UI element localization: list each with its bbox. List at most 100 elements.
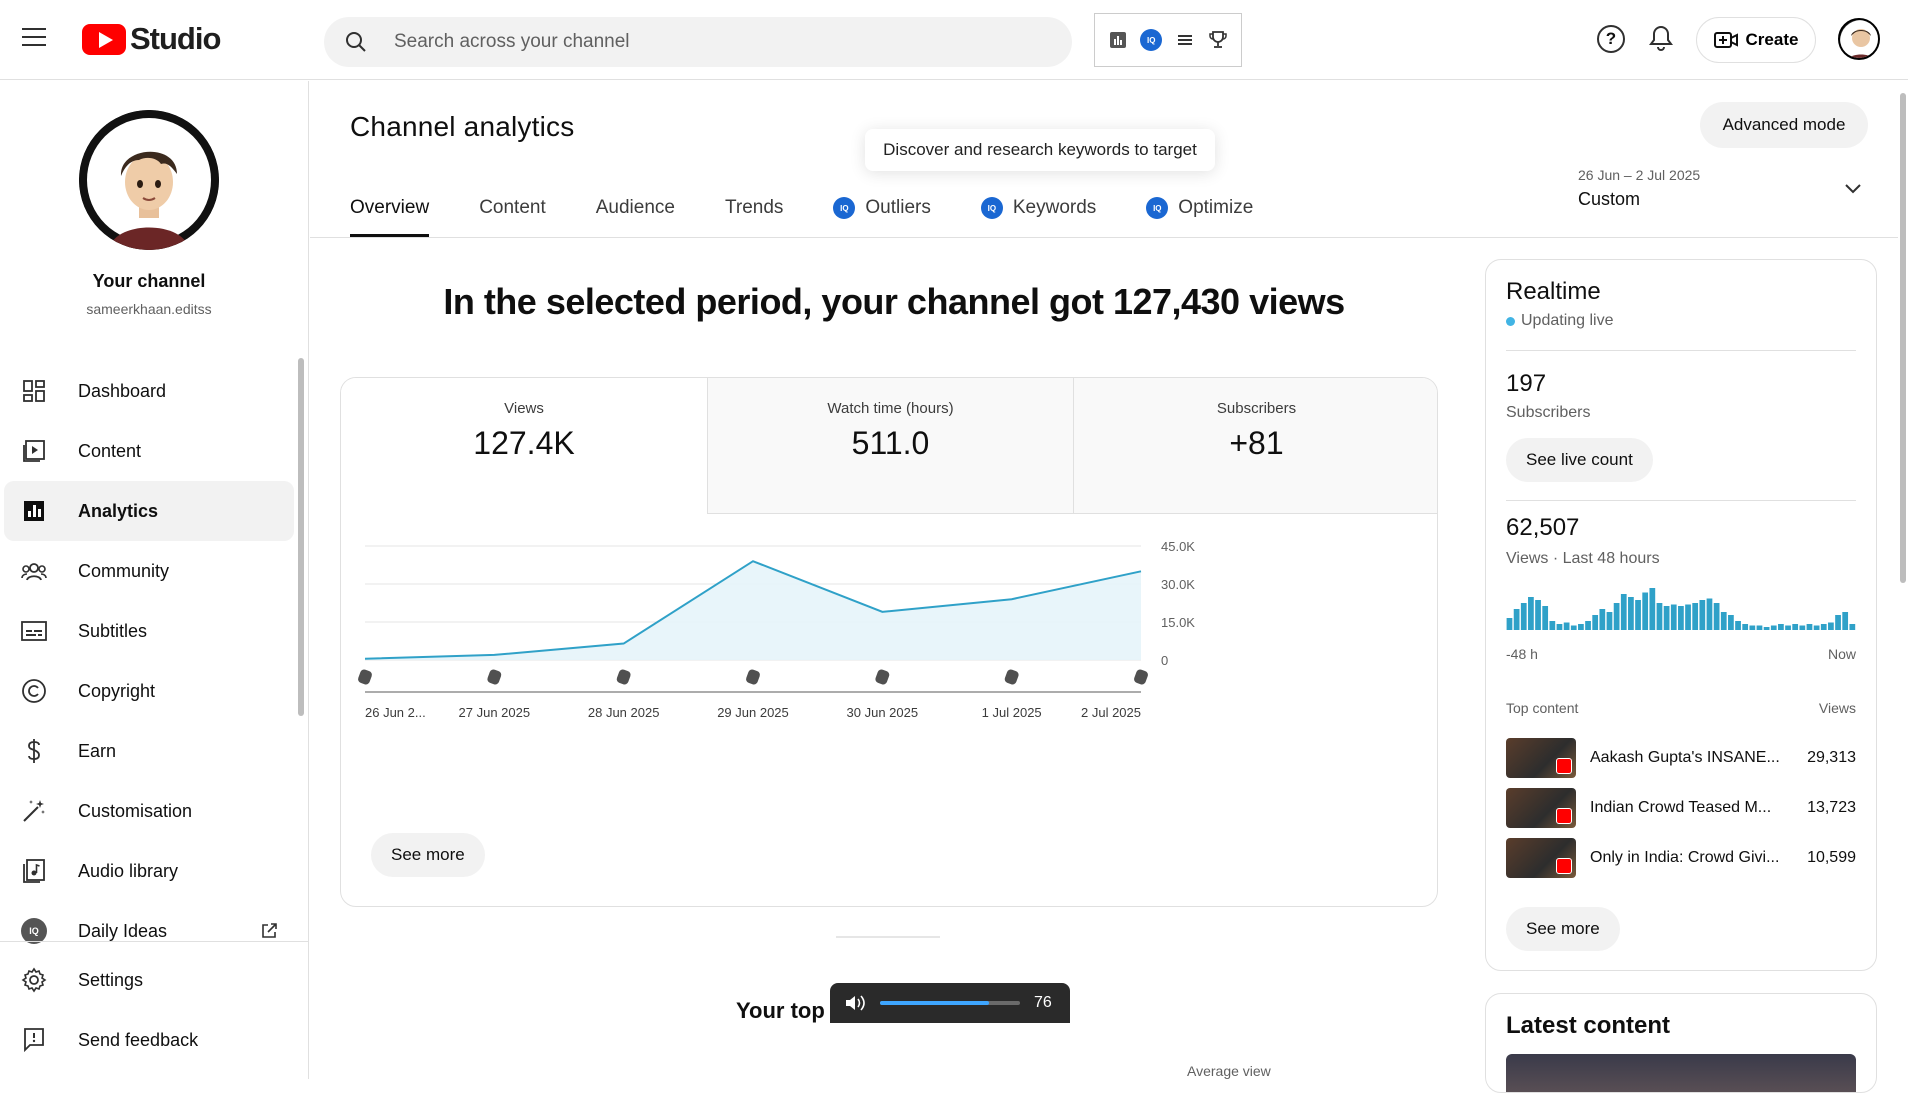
realtime-bar	[1535, 600, 1541, 630]
realtime-title: Realtime	[1506, 278, 1601, 306]
top-content-row[interactable]: Indian Crowd Teased M... 13,723	[1506, 788, 1856, 828]
copyright-icon	[20, 677, 48, 705]
video-thumbnail	[1506, 738, 1576, 778]
sidebar-item-copyright[interactable]: Copyright	[4, 661, 294, 721]
sidebar-scrollbar[interactable]	[298, 358, 304, 716]
realtime-bar	[1549, 621, 1555, 630]
metric-subscribers[interactable]: Subscribers +81	[1073, 378, 1438, 514]
video-thumbnail	[1506, 788, 1576, 828]
realtime-bar	[1721, 612, 1727, 630]
top-content-row[interactable]: Only in India: Crowd Givi... 10,599	[1506, 838, 1856, 878]
top-bar: Studio IQ ? Create	[0, 0, 1908, 80]
menu-icon[interactable]	[22, 28, 46, 48]
channel-handle: sameerkhaan.editss	[0, 301, 298, 317]
list-icon[interactable]	[1172, 27, 1198, 53]
studio-logo[interactable]: Studio	[82, 21, 220, 57]
subscriber-count: 197	[1506, 370, 1546, 398]
vidiq-badge-icon: IQ	[1146, 197, 1168, 219]
shorts-marker-icon	[486, 668, 502, 685]
x-tick-label: 2 Jul 2025	[1081, 705, 1141, 720]
y-tick-label: 45.0K	[1161, 539, 1195, 554]
realtime-bar	[1521, 603, 1527, 630]
volume-slider[interactable]	[880, 1001, 1020, 1005]
shorts-icon	[1556, 808, 1572, 824]
top-content-row[interactable]: Aakash Gupta's INSANE... 29,313	[1506, 738, 1856, 778]
tab-keywords[interactable]: IQKeywords	[981, 193, 1096, 237]
tab-optimize[interactable]: IQOptimize	[1146, 193, 1253, 237]
sidebar-item-content[interactable]: Content	[4, 421, 294, 481]
realtime-bar-chart[interactable]	[1506, 584, 1856, 630]
bell-icon[interactable]	[1648, 24, 1674, 52]
views-chart[interactable]: 015.0K30.0K45.0K26 Jun 2...27 Jun 202528…	[341, 514, 1438, 814]
realtime-see-more-button[interactable]: See more	[1506, 907, 1620, 951]
realtime-axis: -48 h Now	[1506, 646, 1856, 662]
realtime-views-label: Views · Last 48 hours	[1506, 550, 1660, 568]
shorts-marker-icon	[1004, 668, 1020, 685]
date-range-label: Custom	[1578, 189, 1878, 210]
sidebar-item-community[interactable]: Community	[4, 541, 294, 601]
search-input[interactable]	[394, 17, 1054, 67]
subtitles-icon	[20, 617, 48, 645]
sidebar-item-customisation[interactable]: Customisation	[4, 781, 294, 841]
customisation-icon	[20, 797, 48, 825]
sidebar-item-analytics[interactable]: Analytics	[4, 481, 294, 541]
top-content-header: Top content Views	[1506, 700, 1856, 716]
latest-content-title: Latest content	[1506, 1012, 1670, 1040]
see-more-button[interactable]: See more	[371, 833, 485, 877]
sidebar-item-settings[interactable]: Settings	[4, 950, 294, 1010]
metric-views[interactable]: Views 127.4K	[341, 378, 707, 514]
shorts-marker-icon	[1133, 668, 1149, 685]
y-tick-label: 0	[1161, 653, 1168, 668]
sidebar-item-send-feedback[interactable]: Send feedback	[4, 1010, 294, 1070]
sidebar-item-audio-library[interactable]: Audio library	[4, 841, 294, 901]
tab-audience[interactable]: Audience	[596, 193, 675, 237]
metric-watch-time[interactable]: Watch time (hours) 511.0	[707, 378, 1073, 514]
realtime-bar	[1564, 623, 1570, 631]
chevron-down-icon	[1844, 183, 1862, 195]
bar-chart-icon[interactable]	[1105, 27, 1131, 53]
search-icon[interactable]	[344, 30, 368, 54]
feedback-icon	[20, 1026, 48, 1054]
video-views: 29,313	[1807, 749, 1856, 767]
metric-value: +81	[1074, 425, 1438, 462]
sidebar-item-label: Content	[78, 441, 141, 462]
tab-overview[interactable]: Overview	[350, 193, 429, 237]
metrics-row: Views 127.4K Watch time (hours) 511.0 Su…	[341, 378, 1438, 514]
realtime-bar	[1807, 624, 1813, 630]
sidebar-item-earn[interactable]: Earn	[4, 721, 294, 781]
see-live-count-button[interactable]: See live count	[1506, 438, 1653, 482]
video-title: Indian Crowd Teased M...	[1590, 799, 1780, 817]
realtime-bar	[1628, 597, 1634, 630]
channel-avatar[interactable]	[79, 110, 219, 250]
realtime-bar	[1649, 588, 1655, 630]
date-range-picker[interactable]: 26 Jun – 2 Jul 2025 Custom	[1578, 167, 1878, 210]
advanced-mode-button[interactable]: Advanced mode	[1700, 102, 1868, 148]
earn-icon	[20, 737, 48, 765]
latest-video-thumbnail[interactable]	[1506, 1054, 1856, 1093]
account-avatar[interactable]	[1838, 18, 1880, 60]
create-button[interactable]: Create	[1696, 17, 1816, 63]
sidebar-item-dashboard[interactable]: Dashboard	[4, 361, 294, 421]
tab-outliers[interactable]: IQOutliers	[833, 193, 930, 237]
tab-content[interactable]: Content	[479, 193, 546, 237]
help-icon[interactable]: ?	[1597, 25, 1625, 53]
trophy-icon[interactable]	[1205, 27, 1231, 53]
sidebar-item-subtitles[interactable]: Subtitles	[4, 601, 294, 661]
create-video-icon	[1714, 30, 1738, 50]
page-scrollbar[interactable]	[1898, 81, 1908, 1079]
your-top-heading: Your top	[736, 998, 825, 1024]
axis-end-label: Now	[1828, 646, 1856, 662]
realtime-bar	[1728, 615, 1734, 630]
realtime-bar	[1671, 605, 1677, 631]
sidebar-item-label: Community	[78, 561, 169, 582]
vidiq-icon[interactable]: IQ	[1138, 27, 1164, 53]
scrollbar-thumb[interactable]	[1900, 93, 1906, 583]
sidebar-item-label: Send feedback	[78, 1030, 198, 1051]
divider	[1506, 350, 1856, 351]
tab-trends[interactable]: Trends	[725, 193, 783, 237]
realtime-bar	[1835, 615, 1841, 630]
shorts-marker-icon	[357, 668, 373, 685]
realtime-bar	[1657, 603, 1663, 630]
video-title: Only in India: Crowd Givi...	[1590, 849, 1780, 867]
volume-icon[interactable]	[844, 994, 866, 1012]
